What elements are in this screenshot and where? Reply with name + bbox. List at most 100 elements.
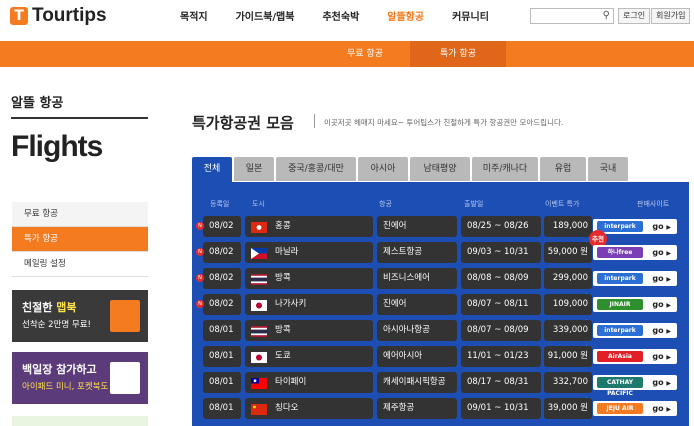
tab-europe[interactable]: 유럽 bbox=[540, 157, 586, 181]
arrow-right-icon: ▶ bbox=[666, 276, 671, 283]
arrow-right-icon: ▶ bbox=[666, 354, 671, 361]
table-row[interactable]: 08/01 도쿄 에어아시아 11/01 ~ 01/23 91,000 원 Ai… bbox=[203, 346, 683, 367]
new-badge-icon: N bbox=[196, 248, 204, 256]
cn-flag-icon bbox=[251, 403, 267, 415]
seller-logo: interpark bbox=[597, 325, 643, 336]
search-icon[interactable]: ⚲ bbox=[603, 10, 610, 21]
main-nav: 목적지 가이드북/맵북 추천숙박 알뜰항공 커뮤니티 bbox=[180, 8, 517, 23]
subnav-free-flights[interactable]: 무료 항공 bbox=[320, 41, 410, 67]
go-button[interactable]: go ▶ bbox=[652, 297, 671, 313]
table-row[interactable]: N 08/02 나가사키 진에어 08/07 ~ 08/11 109,000 원… bbox=[196, 294, 683, 330]
search-input[interactable]: ⚲ bbox=[530, 8, 614, 24]
row-date: N 08/02 bbox=[196, 242, 241, 263]
tab-domestic[interactable]: 국내 bbox=[588, 157, 628, 181]
nav-destinations[interactable]: 목적지 bbox=[180, 8, 208, 23]
row-date-text: 08/02 bbox=[209, 247, 234, 257]
row-departure: 09/03 ~ 10/31 bbox=[461, 242, 541, 263]
hk-flag-icon bbox=[251, 221, 267, 233]
seller-link[interactable]: interpark go ▶ bbox=[593, 219, 677, 234]
nav-guidebook[interactable]: 가이드북/맵북 bbox=[236, 8, 295, 23]
tablet-icon bbox=[110, 362, 140, 394]
seller-logo: interpark bbox=[597, 273, 643, 284]
brand-name: Tourtips bbox=[32, 5, 107, 26]
row-departure: 08/17 ~ 08/31 bbox=[461, 372, 541, 393]
brand-logo[interactable]: T Tourtips bbox=[10, 5, 107, 27]
tw-flag-icon bbox=[251, 377, 267, 389]
seller-link[interactable]: 하나free go ▶ bbox=[593, 245, 677, 260]
subnav-special-flights[interactable]: 특가 항공 bbox=[410, 41, 506, 67]
sidebar-item-mailing[interactable]: 메일링 설정 bbox=[12, 252, 148, 277]
tab-china[interactable]: 중국/홍콩/대만 bbox=[276, 157, 356, 181]
seller-link[interactable]: JEJU AIR go ▶ bbox=[593, 401, 677, 416]
row-city: 방콕 bbox=[245, 320, 373, 341]
seller-link[interactable]: JINAIR go ▶ bbox=[593, 297, 677, 312]
row-city: 타이페이 bbox=[245, 372, 373, 393]
row-airline: 에어아시아 bbox=[377, 346, 457, 367]
row-date: 08/01 bbox=[203, 346, 241, 367]
seller-logo: JEJU AIR bbox=[597, 403, 643, 414]
row-date: N 08/02 bbox=[196, 294, 241, 315]
row-city: 홍콩 bbox=[245, 216, 373, 237]
table-row[interactable]: 08/01 칭다오 제주항공 09/01 ~ 10/31 39,000 원 JE… bbox=[203, 398, 683, 419]
seller-logo: JINAIR bbox=[597, 299, 643, 310]
row-city: 칭다오 bbox=[245, 398, 373, 419]
col-city: 도시 bbox=[252, 200, 265, 208]
flights-table: 등록일 도시 항공 출발일 이벤트 특가 판매사이트 N 08/02 홍콩 진에… bbox=[192, 182, 689, 426]
tab-japan[interactable]: 일본 bbox=[234, 157, 274, 181]
row-departure: 08/07 ~ 08/09 bbox=[461, 320, 541, 341]
sidebar-title: 알뜰 항공 bbox=[11, 96, 64, 111]
sidebar-item-free[interactable]: 무료 항공 bbox=[12, 202, 148, 227]
go-button[interactable]: go ▶ bbox=[652, 349, 671, 365]
go-button[interactable]: go ▶ bbox=[652, 323, 671, 339]
mapbook-banner[interactable]: 친절한 맵북 선착순 2만명 무료! bbox=[12, 290, 148, 342]
seller-logo: AirAsia bbox=[597, 351, 643, 362]
row-price: 299,000 원 bbox=[544, 268, 592, 304]
banner-headline: 백일장 참가하고 bbox=[22, 363, 97, 376]
tab-all[interactable]: 전체 bbox=[192, 157, 232, 183]
row-price: 332,700 원 bbox=[544, 372, 592, 408]
sidebar-menu: 무료 항공 특가 항공 메일링 설정 bbox=[12, 202, 148, 277]
join-button[interactable]: 회원가입 bbox=[651, 8, 691, 24]
sidebar-divider bbox=[11, 117, 148, 119]
seller-link[interactable]: interpark go ▶ bbox=[593, 323, 677, 338]
go-button[interactable]: go ▶ bbox=[652, 375, 671, 391]
banner-subline: 선착순 2만명 무료! bbox=[22, 320, 91, 330]
third-banner[interactable] bbox=[12, 416, 148, 426]
row-date: N 08/02 bbox=[196, 216, 241, 237]
nav-flights[interactable]: 알뜰항공 bbox=[387, 8, 424, 23]
go-button[interactable]: go ▶ bbox=[652, 245, 671, 261]
row-airline: 아시아나항공 bbox=[377, 320, 457, 341]
row-departure: 09/01 ~ 10/31 bbox=[461, 398, 541, 419]
go-button[interactable]: go ▶ bbox=[652, 271, 671, 287]
table-row[interactable]: N 08/02 방콕 비즈니스에어 08/08 ~ 08/09 299,000 … bbox=[196, 268, 683, 304]
jp-flag-icon bbox=[251, 299, 267, 311]
seller-link[interactable]: interpark go ▶ bbox=[593, 271, 677, 286]
row-date-text: 08/02 bbox=[209, 299, 234, 309]
row-price: 91,000 원 bbox=[544, 346, 592, 367]
login-button[interactable]: 로그인 bbox=[618, 8, 651, 24]
row-departure: 11/01 ~ 01/23 bbox=[461, 346, 541, 367]
sidebar-item-special[interactable]: 특가 항공 bbox=[12, 227, 148, 252]
seller-link[interactable]: CATHAY PACIFIC go ▶ bbox=[593, 375, 677, 397]
th-flag-icon bbox=[251, 325, 267, 337]
contest-banner[interactable]: 백일장 참가하고 아이패드 미니, 포켓북도 받자! bbox=[12, 352, 148, 404]
table-row[interactable]: N 08/02 홍콩 진에어 08/25 ~ 08/26 189,000 원 i… bbox=[196, 216, 683, 252]
nav-hotels[interactable]: 추천숙박 bbox=[322, 8, 359, 23]
table-row[interactable]: 08/01 방콕 아시아나항공 08/07 ~ 08/09 339,000 원 … bbox=[203, 320, 683, 356]
table-row[interactable]: N 08/02 마닐라 제스트항공 09/03 ~ 10/31 59,000 원… bbox=[196, 230, 683, 263]
go-button[interactable]: go ▶ bbox=[652, 219, 671, 235]
arrow-right-icon: ▶ bbox=[666, 302, 671, 309]
tab-south-pacific[interactable]: 남태평양 bbox=[410, 157, 470, 181]
seller-link[interactable]: AirAsia go ▶ bbox=[593, 349, 677, 364]
table-row[interactable]: 08/01 타이페이 캐세이패시픽항공 08/17 ~ 08/31 332,70… bbox=[203, 372, 683, 408]
row-airline: 캐세이패시픽항공 bbox=[377, 372, 457, 393]
tab-america[interactable]: 미주/캐나다 bbox=[472, 157, 538, 181]
go-button[interactable]: go ▶ bbox=[652, 401, 671, 417]
nav-community[interactable]: 커뮤니티 bbox=[452, 8, 489, 23]
row-price: 109,000 원 bbox=[544, 294, 592, 330]
ph-flag-icon bbox=[251, 247, 267, 259]
col-price: 이벤트 특가 bbox=[545, 200, 580, 208]
jp-flag-icon bbox=[251, 351, 267, 363]
arrow-right-icon: ▶ bbox=[666, 406, 671, 413]
tab-asia[interactable]: 아시아 bbox=[358, 157, 408, 181]
